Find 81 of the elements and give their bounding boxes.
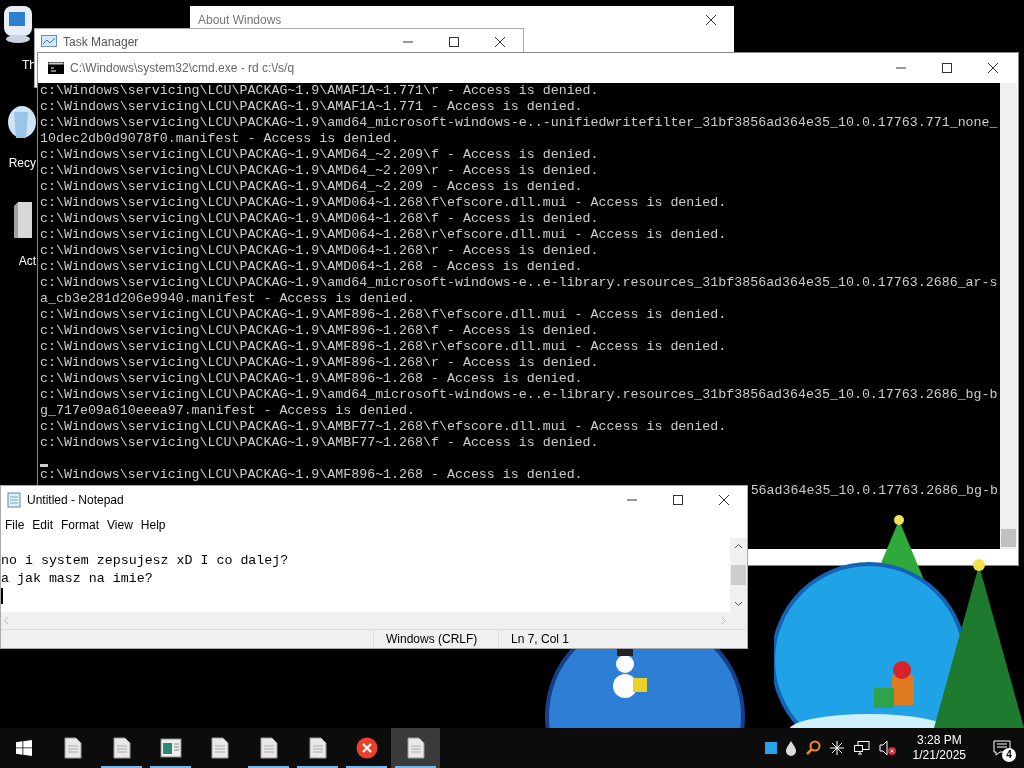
console-line: c:\Windows\servicing\LCU\PACKAG~1.9\AMD064~1.268 - Access is denied. <box>40 259 584 275</box>
chevron-up-icon[interactable] <box>734 543 743 549</box>
close-icon <box>494 36 506 48</box>
console-line: c:\Windows\servicing\LCU\PACKAG~1.9\AMF896~1.268 - Access is denied. <box>40 371 584 387</box>
console-line: c:\Windows\servicing\LCU\PACKAG~1.9\AMD064~1.268\f\efscore.dll.mui - Access is denied. <box>40 195 728 211</box>
spreadsheet-icon <box>159 738 182 758</box>
console-line: a_cb3e281d206e9940.manifest - Access is denied. <box>40 291 417 307</box>
clock-time: 3:28 PM <box>916 733 962 748</box>
console-line: c:\Windows\servicing\LCU\PACKAG~1.9\AMF896~1.268 - Access is denied. <box>40 467 584 483</box>
square-icon[interactable] <box>764 742 777 754</box>
window-title: C:\Windows\system32\cmd.exe - rd c:\/s/q <box>70 60 295 77</box>
maximize-icon <box>448 36 460 48</box>
console-line: c:\Windows\servicing\LCU\PACKAG~1.9\amd64_microsoft-windows-e..-unifiedwritefilter_31bf3856ad364e35_10.0.17763.771_none_ <box>40 115 999 131</box>
console-line: c:\Windows\servicing\LCU\PACKAG~1.9\AMD064~1.268\r\efscore.dll.mui - Access is denied. <box>40 227 728 243</box>
desktop-icon-label[interactable]: Recy <box>8 156 36 170</box>
document-icon <box>63 737 82 759</box>
document-icon <box>112 737 131 759</box>
console-line: c:\Windows\servicing\LCU\PACKAG~1.9\AMF896~1.268\f\efscore.dll.mui - Access is denied. <box>40 307 728 323</box>
console-line: c:\Windows\servicing\LCU\PACKAG~1.9\AMBF77~1.268\f\efscore.dll.mui - Access is denied. <box>40 419 728 435</box>
menu-item[interactable]: Format <box>57 516 104 534</box>
console-line: 56ad364e35_10.0.17763.2686_bg-b <box>750 483 998 499</box>
menu-item[interactable]: Edit <box>28 516 58 534</box>
text-line: no i system zepsujesz xD I co dalej? <box>1 552 290 570</box>
console-line: c:\Windows\servicing\LCU\PACKAG~1.9\AMAF1A~1.771 - Access is denied. <box>40 99 584 115</box>
notifications-button[interactable]: 4 <box>982 728 1022 768</box>
close-icon <box>705 14 717 26</box>
volume-muted-icon[interactable] <box>878 740 897 756</box>
console-line: c:\Windows\servicing\LCU\PACKAG~1.9\AMD64_~2.209\f - Access is denied. <box>40 147 600 163</box>
text-cursor <box>1 588 3 604</box>
scrollbar[interactable] <box>730 538 747 612</box>
scrollbar-thumb[interactable] <box>731 565 746 585</box>
menu-item[interactable]: View <box>103 516 137 534</box>
console-line: c:\Windows\servicing\LCU\PACKAG~1.9\AMF896~1.268\f - Access is denied. <box>40 323 600 339</box>
window-title: Untitled - Notepad <box>27 492 124 509</box>
console-line: c:\Windows\servicing\LCU\PACKAG~1.9\AMF896~1.268\r\efscore.dll.mui - Access is denied. <box>40 339 728 355</box>
console-icon <box>48 62 64 74</box>
error-icon <box>355 737 378 759</box>
chart-window-icon <box>41 35 57 49</box>
text-cursor <box>40 464 48 467</box>
droplet-icon[interactable] <box>784 740 797 756</box>
desktop-icon-label[interactable]: Act <box>18 254 36 268</box>
console-line: c:\Windows\servicing\LCU\PACKAG~1.9\AMD64_~2.209 - Access is denied. <box>40 179 584 195</box>
console-line: c:\Windows\servicing\LCU\PACKAG~1.9\AMD64_~2.209\r - Access is denied. <box>40 163 600 179</box>
console-line: g_717e09a610eeea97.manifest - Access is denied. <box>40 403 417 419</box>
console-line: c:\Windows\servicing\LCU\PACKAG~1.9\AMD064~1.268\r - Access is denied. <box>40 243 600 259</box>
console-line: c:\Windows\servicing\LCU\PACKAG~1.9\amd64_microsoft-windows-e..e-library.resources_31bf3856ad364e35_10.0.17763.2686_ar-s <box>40 275 999 291</box>
status-text: Ln 7, Col 1 <box>498 630 618 648</box>
scrollbar-thumb[interactable] <box>1001 529 1016 547</box>
text-area[interactable]: no i system zepsujesz xD I co dalej? a jak masz na imie? <box>1 538 730 612</box>
console-line: c:\Windows\servicing\LCU\PACKAG~1.9\AMD064~1.268\f - Access is denied. <box>40 211 600 227</box>
search-icon[interactable] <box>804 740 821 756</box>
menu-item[interactable]: Help <box>136 516 170 534</box>
network-icon[interactable] <box>852 740 871 756</box>
document-icon <box>259 737 278 759</box>
close-icon <box>718 494 730 506</box>
console-line: c:\Windows\servicing\LCU\PACKAG~1.9\AMF896~1.268\r - Access is denied. <box>40 355 600 371</box>
window-title: Task Manager <box>63 34 139 51</box>
maximize-icon <box>672 494 684 506</box>
console-line: c:\Windows\servicing\LCU\PACKAG~1.9\AMBF77~1.268\f - Access is denied. <box>40 435 600 451</box>
asterisk-icon[interactable] <box>828 740 845 756</box>
clock[interactable]: 3:28 PM 1/21/2025 <box>904 733 974 763</box>
notepad-icon <box>7 492 21 508</box>
close-icon <box>987 62 999 74</box>
maximize-icon <box>941 62 953 74</box>
scrollbar[interactable] <box>1000 83 1017 549</box>
console-line: 10dec2db0d9078f0.manifest - Access is denied. <box>40 131 401 147</box>
chevron-down-icon[interactable] <box>734 601 743 607</box>
clock-date: 1/21/2025 <box>912 748 966 763</box>
taskbar-button[interactable] <box>391 728 440 768</box>
console-line: c:\Windows\servicing\LCU\PACKAG~1.9\AMAF1A~1.771\r - Access is denied. <box>40 83 600 99</box>
status-text: Windows (CRLF) <box>373 630 498 648</box>
menu-item[interactable]: File <box>1 516 29 534</box>
document-icon <box>406 737 425 759</box>
document-icon <box>308 737 327 759</box>
message-icon <box>993 740 1011 756</box>
text-line: a jak masz na imie? <box>1 570 154 588</box>
windows-logo-icon <box>16 740 32 756</box>
document-icon <box>210 737 229 759</box>
console-line: c:\Windows\servicing\LCU\PACKAG~1.9\amd64_microsoft-windows-e..e-library.resources_31bf3856ad364e35_10.0.17763.2686_bg-b <box>40 387 999 403</box>
notification-count: 4 <box>1002 748 1016 762</box>
window-title: About Windows <box>198 12 282 29</box>
